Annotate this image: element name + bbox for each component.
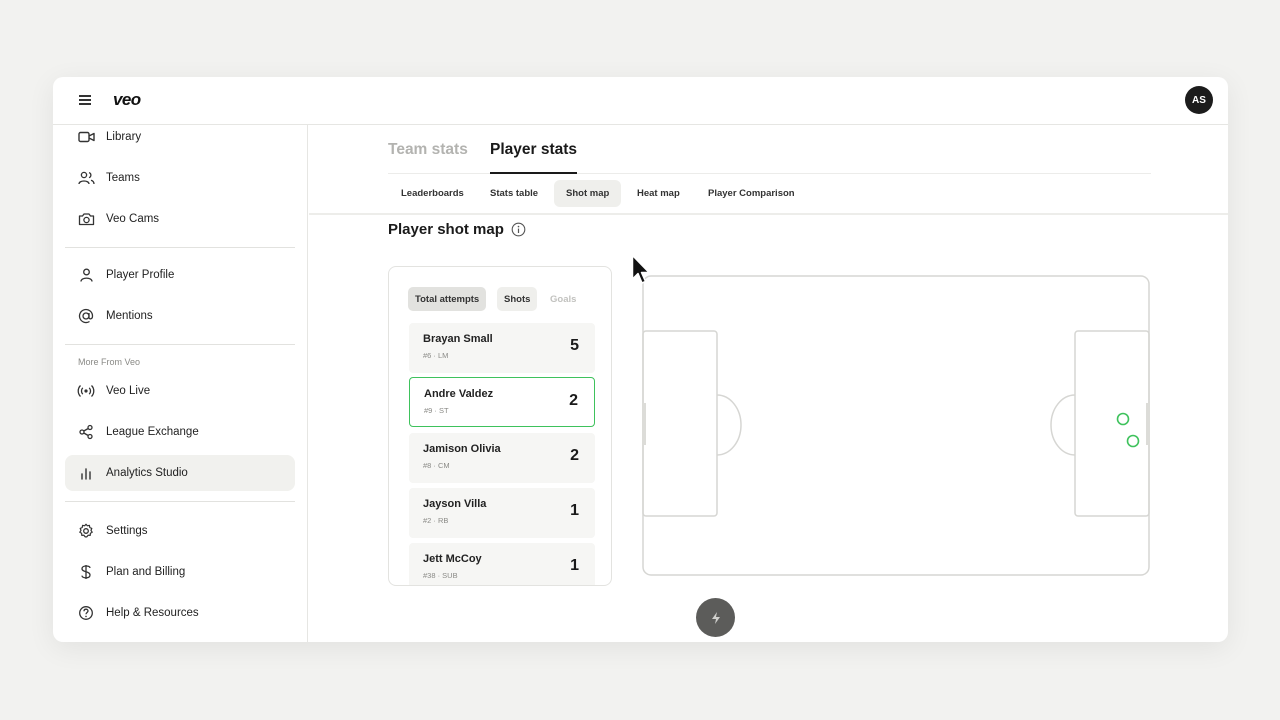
player-name: Jamison Olivia — [423, 443, 501, 455]
penalty-box-right — [1074, 330, 1150, 517]
player-name: Jayson Villa — [423, 498, 487, 510]
player-shot-count: 1 — [570, 502, 579, 519]
player-shot-count: 2 — [569, 392, 578, 409]
player-meta: #8 · CM — [423, 461, 450, 470]
help-icon — [77, 604, 95, 622]
sidebar: Library Teams Veo Cams Player Profile Me… — [53, 125, 308, 642]
sidebar-divider — [65, 247, 295, 248]
subtab-heat-map[interactable]: Heat map — [625, 180, 692, 207]
sidebar-item-mentions[interactable]: Mentions — [65, 298, 295, 334]
subtab-leaderboards[interactable]: Leaderboards — [389, 180, 476, 207]
app-window: veo AS Library Teams Veo Cams Player Pro… — [53, 77, 1228, 642]
section-title: Player shot map — [388, 221, 526, 238]
subtab-stats-table[interactable]: Stats table — [478, 180, 550, 207]
player-shot-count: 5 — [570, 337, 579, 354]
mouse-cursor-icon — [631, 254, 650, 284]
user-avatar[interactable]: AS — [1185, 86, 1213, 114]
sidebar-section-label: More From Veo — [78, 357, 141, 367]
goal-left — [642, 403, 646, 445]
sidebar-item-plan-and-billing[interactable]: Plan and Billing — [65, 554, 295, 590]
sidebar-item-label: Library — [106, 131, 142, 143]
sidebar-item-help-resources[interactable]: Help & Resources — [65, 595, 295, 631]
penalty-arc-right — [1050, 394, 1076, 456]
shot-marker[interactable] — [1116, 412, 1130, 426]
sidebar-item-label: Help & Resources — [106, 607, 199, 619]
users-icon — [77, 169, 95, 187]
sidebar-item-label: Mentions — [106, 310, 153, 322]
player-row[interactable]: Jamison Olivia #8 · CM 2 — [409, 433, 595, 483]
sidebar-item-teams[interactable]: Teams — [65, 160, 295, 196]
stats-tabs: Team stats Player stats — [388, 141, 1151, 174]
sidebar-item-label: Teams — [106, 172, 140, 184]
hamburger-menu-icon[interactable] — [79, 95, 91, 105]
sidebar-item-analytics-studio[interactable]: Analytics Studio — [65, 455, 295, 491]
sidebar-divider — [65, 344, 295, 345]
veo-logo[interactable]: veo — [113, 90, 141, 110]
section-title-text: Player shot map — [388, 221, 504, 238]
player-row[interactable]: Jett McCoy #38 · SUB 1 — [409, 543, 595, 585]
filter-total-attempts[interactable]: Total attempts — [408, 287, 487, 311]
sidebar-item-label: Plan and Billing — [106, 566, 186, 578]
info-icon[interactable] — [511, 222, 526, 237]
active-tab-indicator — [490, 172, 577, 174]
pitch-outline — [642, 275, 1150, 576]
camera-icon — [77, 210, 95, 228]
filter-shots[interactable]: Shots — [497, 287, 538, 311]
sidebar-item-library[interactable]: Library — [65, 119, 295, 155]
soccer-pitch — [642, 275, 1150, 576]
subtab-separator — [309, 213, 1228, 215]
player-list-card: Total attempts Shots Goals Brayan Small … — [388, 266, 612, 586]
video-camera-icon — [77, 128, 95, 146]
player-name: Brayan Small — [423, 333, 493, 345]
top-bar: veo AS — [53, 77, 1228, 125]
user-icon — [77, 266, 95, 284]
player-name: Jett McCoy — [423, 553, 482, 565]
sidebar-item-veo-cams[interactable]: Veo Cams — [65, 201, 295, 237]
broadcast-icon — [77, 382, 95, 400]
subtab-player-comparison[interactable]: Player Comparison — [696, 180, 807, 207]
dollar-icon — [77, 563, 95, 581]
player-meta: #2 · RB — [423, 516, 449, 525]
sidebar-item-label: Analytics Studio — [106, 467, 188, 479]
at-sign-icon — [77, 307, 95, 325]
player-row[interactable]: Jayson Villa #2 · RB 1 — [409, 488, 595, 538]
sidebar-item-league-exchange[interactable]: League Exchange — [65, 414, 295, 450]
filter-goals[interactable]: Goals — [543, 287, 583, 311]
sidebar-item-label: League Exchange — [106, 426, 199, 438]
player-name: Andre Valdez — [424, 388, 494, 400]
sidebar-item-player-profile[interactable]: Player Profile — [65, 257, 295, 293]
player-meta: #9 · ST — [424, 406, 449, 415]
player-row-selected[interactable]: Andre Valdez #9 · ST 2 — [409, 377, 595, 427]
tab-team-stats[interactable]: Team stats — [388, 141, 468, 159]
share-icon — [77, 423, 95, 441]
sidebar-item-label: Settings — [106, 525, 148, 537]
sidebar-item-label: Veo Cams — [106, 213, 160, 225]
player-meta: #38 · SUB — [423, 571, 458, 580]
penalty-box-left — [642, 330, 718, 517]
player-shot-count: 2 — [570, 447, 579, 464]
sidebar-divider — [65, 501, 295, 502]
shot-marker[interactable] — [1126, 434, 1140, 448]
gear-icon — [77, 522, 95, 540]
bar-chart-icon — [77, 464, 95, 482]
sidebar-item-veo-live[interactable]: Veo Live — [65, 373, 295, 409]
player-row[interactable]: Brayan Small #6 · LM 5 — [409, 323, 595, 373]
penalty-arc-left — [716, 394, 742, 456]
subtab-shot-map[interactable]: Shot map — [554, 180, 622, 207]
tab-player-stats[interactable]: Player stats — [490, 141, 577, 159]
quick-action-button[interactable] — [696, 598, 735, 637]
goal-right — [1146, 403, 1150, 445]
lightning-icon — [711, 611, 720, 624]
sidebar-item-label: Veo Live — [106, 385, 151, 397]
player-shot-count: 1 — [570, 557, 579, 574]
player-meta: #6 · LM — [423, 351, 449, 360]
sidebar-item-label: Player Profile — [106, 269, 175, 281]
sidebar-item-settings[interactable]: Settings — [65, 513, 295, 549]
main-content: Team stats Player stats Leaderboards Sta… — [309, 125, 1228, 642]
